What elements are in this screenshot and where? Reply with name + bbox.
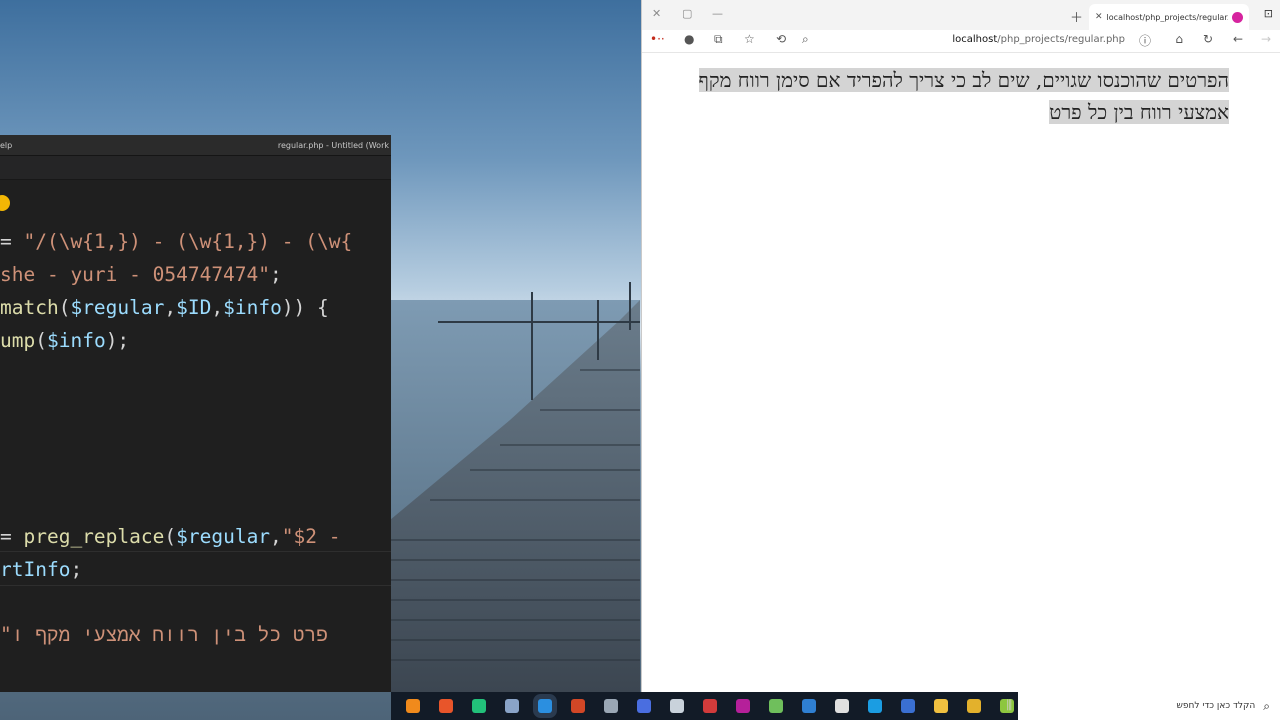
url-host: localhost xyxy=(952,34,998,45)
code-token: $ID xyxy=(176,296,212,319)
extensions-icon[interactable]: •·· xyxy=(650,32,665,46)
code-line[interactable]: match($regular,$ID,$info)) { xyxy=(0,291,329,324)
home-icon[interactable]: ⌂ xyxy=(1175,32,1183,46)
profile-icon[interactable]: ● xyxy=(684,32,694,46)
browser-window: ✕ ▢ — ＋ localhost/php_projects/regular.p… xyxy=(641,0,1280,692)
code-editor-window: elp regular.php - Untitled (Work = "/(\w… xyxy=(0,135,391,692)
address-bar[interactable]: localhost/php_projects/regular.php xyxy=(952,34,1125,45)
mouse-cursor-highlight xyxy=(0,195,10,211)
code-token: ; xyxy=(70,558,83,581)
editor-titlebar: elp regular.php - Untitled (Work xyxy=(0,135,391,156)
editor-window-title: regular.php - Untitled (Work xyxy=(277,140,389,150)
forward-icon[interactable]: → xyxy=(1261,32,1271,46)
app-icon[interactable] xyxy=(604,699,618,713)
code-line[interactable]: = "/(\w{1,}) - (\w{1,}) - (\w{ xyxy=(0,225,352,258)
chrome-icon[interactable] xyxy=(967,699,981,713)
maximize-window-icon[interactable]: ▢ xyxy=(682,7,692,20)
back-icon[interactable]: ← xyxy=(1233,32,1243,46)
powerpoint-icon[interactable] xyxy=(571,699,585,713)
code-token: ( xyxy=(58,296,71,319)
code-token: ); xyxy=(105,329,130,352)
code-token: ; xyxy=(270,263,282,286)
collections-icon[interactable]: ⧉ xyxy=(714,32,723,47)
pycharm-icon[interactable] xyxy=(472,699,486,713)
code-token: ump xyxy=(0,329,36,352)
code-line[interactable]: she - yuri - 054747474"; xyxy=(0,258,282,291)
close-tab-icon[interactable]: ✕ xyxy=(1095,12,1103,22)
taskbar-search-box[interactable]: ⌕ הקלד כאן כדי לחפש xyxy=(1018,692,1280,720)
vlc-icon[interactable] xyxy=(406,699,420,713)
search-icon: ⌕ xyxy=(1263,698,1270,713)
site-info-icon[interactable]: ⓘ xyxy=(1139,32,1151,49)
code-line[interactable]: "פרט כל בין רווח אמצעי מקף ו xyxy=(0,618,328,651)
app-icon[interactable] xyxy=(769,699,783,713)
code-line[interactable]: rtInfo; xyxy=(0,553,82,586)
code-token: she - yuri - 054747474" xyxy=(0,263,271,286)
app-icon[interactable] xyxy=(736,699,750,713)
browser-scrollbar[interactable] xyxy=(1267,54,1280,692)
code-token: = xyxy=(0,525,24,548)
search-placeholder: הקלד כאן כדי לחפש xyxy=(1176,701,1256,711)
editor-tab-bar xyxy=(0,156,391,180)
code-token: , xyxy=(211,296,224,319)
browser-tab[interactable]: localhost/php_projects/regular.p ✕ xyxy=(1089,4,1249,30)
tab-favicon xyxy=(1232,11,1243,23)
pier-image xyxy=(390,282,640,692)
notepad-icon[interactable] xyxy=(505,699,519,713)
tab-actions-icon[interactable]: ⊡ xyxy=(1264,7,1273,20)
url-path: /php_projects/regular.php xyxy=(997,34,1125,45)
close-window-icon[interactable]: ✕ xyxy=(652,7,661,20)
minimize-window-icon[interactable]: — xyxy=(712,7,723,20)
code-token: match xyxy=(0,296,59,319)
browser-tab-strip: ✕ ▢ — ＋ localhost/php_projects/regular.p… xyxy=(642,0,1280,30)
favorites-icon[interactable]: ☆ xyxy=(744,32,755,46)
code-line[interactable]: ump($info); xyxy=(0,324,129,357)
tab-title: localhost/php_projects/regular.p xyxy=(1106,12,1228,22)
code-token: rtInfo xyxy=(0,558,71,581)
app-icon[interactable] xyxy=(901,699,915,713)
code-token: ( xyxy=(164,525,177,548)
zoom-icon[interactable]: ⌕ xyxy=(802,32,809,47)
app-icon[interactable] xyxy=(835,699,849,713)
refresh-icon[interactable]: ↻ xyxy=(1203,32,1213,46)
firefox-icon[interactable] xyxy=(439,699,453,713)
browser-toolbar: •·· ● ⧉ ☆ ⟲ ⌕ localhost/php_projects/reg… xyxy=(642,30,1280,53)
taskbar: ⫼ ⌕ הקלד כאן כדי לחפש xyxy=(391,692,1280,720)
app-icon[interactable] xyxy=(703,699,717,713)
folder-icon[interactable] xyxy=(934,699,948,713)
edge-icon[interactable] xyxy=(868,699,882,713)
app-icon[interactable] xyxy=(637,699,651,713)
task-view-icon[interactable]: ⫼ xyxy=(1006,698,1012,713)
code-token: , xyxy=(270,525,282,548)
code-token: "/(\w{1,}) - (\w{1,}) - (\w{ xyxy=(23,230,353,253)
code-token: , xyxy=(164,296,177,319)
mail-icon[interactable] xyxy=(802,699,816,713)
code-token: )) { xyxy=(281,296,329,319)
code-token: "פרט כל בין רווח אמצעי מקף ו xyxy=(0,623,328,646)
code-token: $info xyxy=(46,329,106,352)
code-token: preg_replace xyxy=(23,525,165,548)
vscode-icon[interactable] xyxy=(538,699,552,713)
code-token: ( xyxy=(35,329,47,352)
new-tab-button[interactable]: ＋ xyxy=(1070,7,1083,26)
code-token: "$2 - xyxy=(281,525,341,548)
add-favorite-icon[interactable]: ⟲ xyxy=(776,32,786,46)
error-message: הפרטים שהוכנסו שגויים, שים לב כי צריך לה… xyxy=(698,68,1229,124)
app-icon[interactable] xyxy=(670,699,684,713)
page-content: הפרטים שהוכנסו שגויים, שים לב כי צריך לה… xyxy=(653,64,1229,128)
code-line[interactable]: = preg_replace($regular,"$2 - xyxy=(0,520,341,553)
help-menu-fragment[interactable]: elp xyxy=(0,141,12,150)
code-token: $regular xyxy=(176,525,271,548)
code-token: = xyxy=(0,230,24,253)
code-token: $regular xyxy=(70,296,165,319)
code-token: $info xyxy=(223,296,282,319)
